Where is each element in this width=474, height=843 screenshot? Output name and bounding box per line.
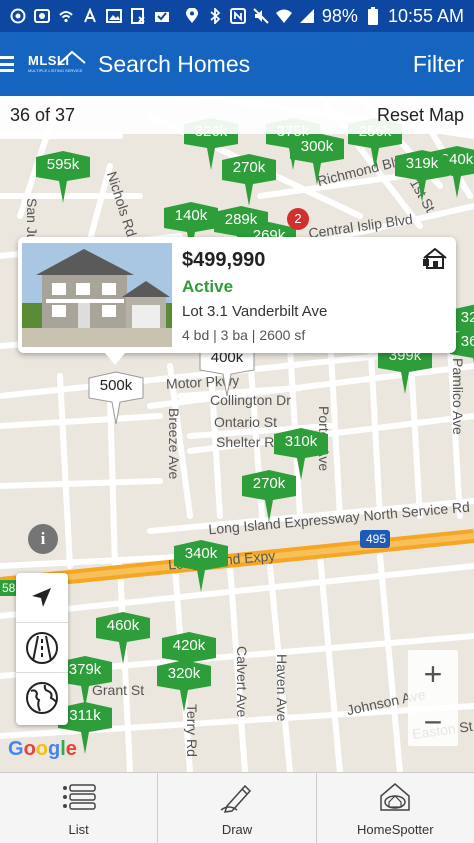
google-logo: Google xyxy=(8,738,77,761)
route-495-label: 495 xyxy=(366,532,387,546)
price-marker[interactable]: 319k xyxy=(393,148,451,206)
download-done-icon xyxy=(154,8,170,24)
street-label: Haven Ave xyxy=(274,654,290,722)
listing-status: Active xyxy=(182,277,234,296)
reset-map-button[interactable]: Reset Map xyxy=(377,105,464,126)
system-icons: 98% 10:55 AM xyxy=(184,6,464,27)
mute-icon xyxy=(253,8,269,24)
road-icon xyxy=(26,631,58,664)
listing-photo xyxy=(22,243,172,347)
zoom-in-button[interactable]: + xyxy=(408,650,458,698)
map-side-controls xyxy=(16,573,68,725)
nav-list-label: List xyxy=(68,821,89,837)
battery-percent: 98% xyxy=(321,5,358,26)
location-icon xyxy=(184,8,200,24)
road-layer-button[interactable] xyxy=(16,623,68,673)
listing-specs: 4 bd | 3 ba | 2600 sf xyxy=(182,327,306,343)
open-house-icon[interactable] xyxy=(422,247,448,269)
nav-draw-label: Draw xyxy=(221,821,253,837)
notification-icons xyxy=(10,8,170,24)
page-title: Search Homes xyxy=(98,50,251,77)
wifi-hotspot-icon xyxy=(58,8,74,24)
listing-info-card[interactable]: $499,990 Active Lot 3.1 Vanderbilt Ave 4… xyxy=(18,237,456,353)
map-view[interactable]: Richmond Blvd Central Islip Blvd W 1st S… xyxy=(0,96,474,772)
status-bar: 98% 10:55 AM xyxy=(0,0,474,32)
results-count: 36 of 37 xyxy=(10,104,76,125)
bluetooth-icon xyxy=(207,8,223,24)
results-count-bar: 36 of 37 Reset Map xyxy=(0,96,474,134)
price-marker[interactable]: 320k xyxy=(155,658,213,716)
street-label: Calvert Ave xyxy=(234,646,250,718)
price-marker[interactable]: 270k xyxy=(220,152,278,210)
route-shield: 58 xyxy=(0,580,18,596)
app-bar: MLSLI MULTIPLE LISTING SERVICE Search Ho… xyxy=(0,32,474,96)
nav-draw-button[interactable]: Draw xyxy=(158,773,317,843)
signal-icon xyxy=(299,8,315,24)
clock: 10:55 AM xyxy=(387,5,464,26)
list-icon xyxy=(62,783,96,810)
image-icon xyxy=(106,8,122,24)
my-location-button[interactable] xyxy=(16,573,68,623)
price-marker[interactable]: 270k xyxy=(240,468,298,526)
nav-list-button[interactable]: List xyxy=(0,773,159,843)
listing-address: Lot 3.1 Vanderbilt Ave xyxy=(182,303,328,320)
price-marker[interactable]: 300k xyxy=(288,131,346,189)
pencil-icon xyxy=(220,784,252,813)
satellite-layer-button[interactable] xyxy=(16,673,68,723)
price-marker[interactable]: 595k xyxy=(34,149,92,207)
skype-icon xyxy=(10,8,26,24)
google-logo-letter: e xyxy=(65,738,77,760)
mlsli-logo: MLSLI MULTIPLE LISTING SERVICE xyxy=(28,49,86,79)
map-info-button[interactable]: i xyxy=(28,524,58,554)
bottom-navigation: List Draw HomeSpotter xyxy=(0,772,474,843)
info-card-pointer xyxy=(105,353,125,365)
street-label: Ontario St xyxy=(214,414,278,430)
navigation-arrow-icon xyxy=(32,587,51,607)
nav-homespotter-button[interactable]: HomeSpotter xyxy=(317,773,474,843)
app-root: 98% 10:55 AM MLSLI MULTIPLE LISTING SERV… xyxy=(0,0,474,843)
battery-icon xyxy=(365,7,381,25)
cluster-count-badge[interactable]: 2 xyxy=(287,208,309,230)
google-logo-letter: o xyxy=(23,738,36,760)
zoom-controls: + − xyxy=(408,650,458,746)
filter-button[interactable]: Filter xyxy=(413,51,464,78)
logo-text: MLSLI xyxy=(28,53,70,68)
google-logo-letter: o xyxy=(35,738,48,760)
google-logo-letter: G xyxy=(8,738,24,760)
camera-icon xyxy=(34,8,50,24)
nfc-icon xyxy=(229,8,246,24)
logo-subtitle: MULTIPLE LISTING SERVICE xyxy=(28,68,83,73)
price-marker[interactable]: 340k xyxy=(172,538,230,596)
hamburger-menu-icon[interactable] xyxy=(0,54,16,74)
nav-homespotter-label: HomeSpotter xyxy=(357,821,434,837)
listing-price: $499,990 xyxy=(182,249,266,271)
pdf-icon xyxy=(82,8,98,24)
no-sim-icon xyxy=(130,8,146,24)
street-label: Breeze Ave xyxy=(166,408,182,480)
google-logo-letter: g xyxy=(48,738,61,760)
selected-price-marker[interactable]: 500k xyxy=(87,370,145,428)
zoom-out-button[interactable]: − xyxy=(408,698,458,746)
homespotter-icon xyxy=(380,782,411,811)
wifi-icon xyxy=(275,8,292,24)
globe-icon xyxy=(26,682,58,714)
